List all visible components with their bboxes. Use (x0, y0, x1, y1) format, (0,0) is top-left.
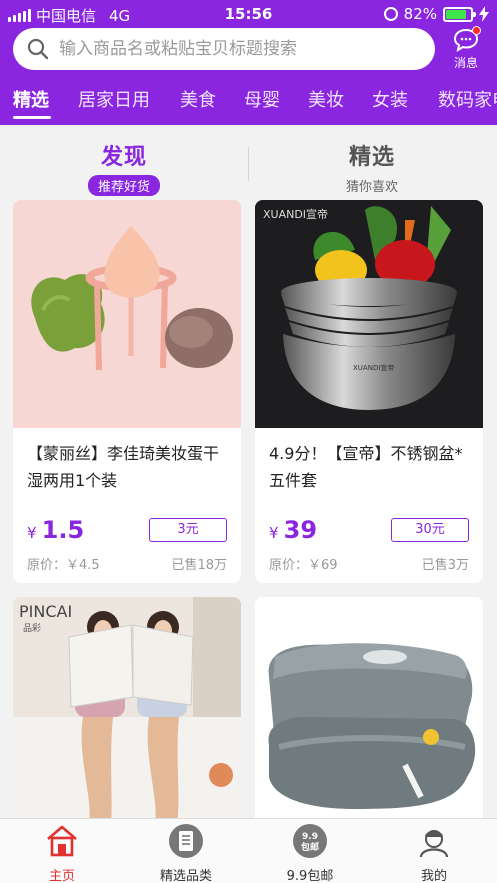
category-tab-beauty[interactable]: 美妆 (308, 86, 344, 112)
nav-home-label: 主页 (48, 869, 75, 883)
product-card[interactable] (255, 597, 483, 827)
message-label: 消息 (453, 56, 478, 70)
sold-count: 已售3万 (421, 558, 469, 573)
category-tab-electronics[interactable]: 数码家电 (438, 86, 497, 112)
steel-bowls-image: XUANDI宣帝 XUANDI宣帝 (255, 200, 483, 428)
product-price: ¥ 39 (269, 516, 317, 544)
brand-watermark-cn: 品彩 (23, 623, 41, 634)
bowl-logo: XUANDI宣帝 (353, 363, 394, 372)
original-price: 原价：￥69 (269, 558, 338, 573)
brand-watermark: PINCAI (19, 602, 72, 621)
nav-profile[interactable]: 我的 (384, 823, 484, 883)
price-value: 1.5 (41, 516, 85, 544)
category-tab-food[interactable]: 美食 (180, 86, 216, 112)
message-icon (453, 26, 481, 53)
nav-deals[interactable]: 9.9 包邮 9.9包邮 (260, 823, 360, 883)
product-title: 【蒙丽丝】李佳琦美妆蛋干湿两用1个装 (27, 444, 220, 490)
notification-dot (472, 26, 481, 35)
makeup-sponge-image (13, 200, 241, 428)
tab-discover[interactable]: 发现 推荐好货 (24, 139, 224, 196)
tab-featured[interactable]: 精选 猜你喜欢 (272, 139, 472, 196)
product-card[interactable]: XUANDI宣帝 XUANDI宣帝 4.9分！【宣帝】不锈钢盆*五件套 ¥ 39… (255, 200, 483, 583)
sold-count: 已售18万 (171, 558, 227, 573)
category-tabs: 精选 居家日用 美食 母婴 美妆 女装 数码家电 (0, 86, 497, 122)
charging-icon (479, 6, 489, 22)
coupon-badge[interactable]: 3元 (149, 518, 227, 542)
search-input[interactable] (59, 39, 419, 59)
tab-discover-title: 发现 (100, 145, 147, 170)
nav-home[interactable]: 主页 (12, 823, 112, 883)
app-header: 中国电信 4G 15:56 82% 消息 精选 居家日用 美食 (0, 0, 497, 125)
tab-divider (248, 147, 249, 181)
svg-text:9.9: 9.9 (302, 832, 318, 842)
search-icon (27, 38, 49, 60)
product-title: 4.9分！【宣帝】不锈钢盆*五件套 (269, 444, 463, 490)
category-tab-featured[interactable]: 精选 (13, 86, 49, 112)
deal-icon: 9.9 包邮 (293, 824, 327, 858)
brand-watermark: XUANDI宣帝 (263, 207, 328, 221)
active-tab-indicator (13, 116, 51, 119)
status-bar: 中国电信 4G 15:56 82% (0, 0, 497, 28)
category-icon (169, 824, 203, 858)
home-icon (47, 825, 77, 857)
product-card[interactable]: PINCAI 品彩 (13, 597, 241, 827)
price-value: 39 (283, 516, 318, 544)
original-price: 原价：￥4.5 (27, 558, 100, 573)
stockings-models-image: PINCAI 品彩 (13, 597, 241, 825)
nav-categories[interactable]: 精选品类 (136, 823, 236, 883)
category-tab-home-goods[interactable]: 居家日用 (78, 86, 150, 112)
feed-tabs: 发现 推荐好货 精选 猜你喜欢 (0, 125, 497, 200)
category-tab-women-clothing[interactable]: 女装 (372, 86, 408, 112)
category-tab-baby[interactable]: 母婴 (244, 86, 280, 112)
tab-featured-subtitle: 猜你喜欢 (345, 180, 398, 195)
profile-icon (419, 830, 449, 858)
coupon-badge[interactable]: 30元 (391, 518, 469, 542)
search-bar[interactable] (13, 28, 435, 70)
message-button[interactable]: 消息 (446, 26, 486, 72)
nav-categories-label: 精选品类 (159, 869, 212, 883)
battery-icon (443, 6, 476, 22)
bottom-nav: 主页 精选品类 9.9 包邮 9.9包邮 我的 (0, 818, 497, 883)
product-price: ¥ 1.5 (27, 516, 84, 544)
tab-featured-title: 精选 (348, 145, 395, 170)
rotation-lock-icon (383, 7, 398, 21)
nav-profile-label: 我的 (420, 869, 447, 883)
product-card[interactable]: 【蒙丽丝】李佳琦美妆蛋干湿两用1个装 ¥ 1.5 3元 原价：￥4.5 已售18… (13, 200, 241, 583)
nav-deals-label: 9.9包邮 (286, 869, 334, 883)
blanket-image (255, 597, 483, 825)
svg-text:包邮: 包邮 (300, 841, 319, 853)
currency-symbol: ¥ (269, 524, 279, 542)
currency-symbol: ¥ (27, 524, 37, 542)
tab-discover-subtitle: 推荐好货 (87, 175, 160, 196)
battery-percent: 82% (403, 5, 437, 23)
